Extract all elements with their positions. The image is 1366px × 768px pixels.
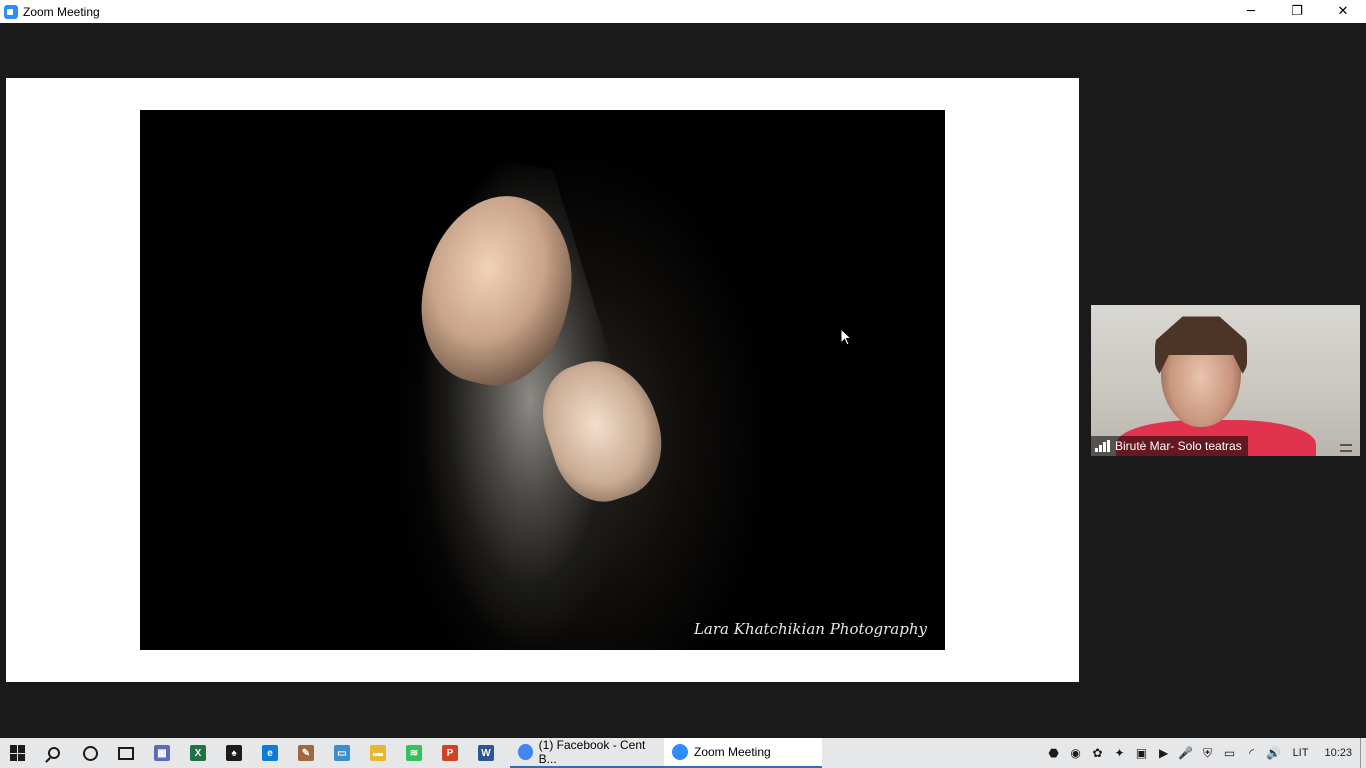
calculator-icon: ▦ bbox=[154, 745, 170, 761]
powerpoint-icon: P bbox=[442, 745, 458, 761]
task-app-label: (1) Facebook - Cent B... bbox=[538, 738, 646, 766]
window-title: Zoom Meeting bbox=[23, 4, 100, 19]
open-apps: (1) Facebook - Cent B... Zoom Meeting bbox=[510, 738, 822, 768]
restore-button[interactable]: ❐ bbox=[1274, 0, 1320, 23]
participant-video[interactable]: Birutė Mar- Solo teatras bbox=[1091, 305, 1360, 456]
solitaire-icon: ♠ bbox=[226, 745, 242, 761]
battery-icon[interactable]: ▭ bbox=[1219, 738, 1241, 768]
language-indicator[interactable]: LIT bbox=[1285, 747, 1317, 759]
taskbar-pinned-word[interactable]: W bbox=[468, 738, 504, 768]
cortana-button[interactable] bbox=[72, 738, 108, 768]
taskbar-pinned-powerpoint[interactable]: P bbox=[432, 738, 468, 768]
tray-icons: ⬣ ◉ ✿ ✦ ▣ ▶ 🎤 ⛨ ▭ ◜ 🔊 bbox=[1043, 738, 1285, 768]
wifi-icon[interactable]: ◜ bbox=[1241, 738, 1263, 768]
task-view-icon bbox=[118, 746, 134, 760]
title-bar: Zoom Meeting ─ ❐ ✕ bbox=[0, 0, 1366, 23]
signal-strength-icon bbox=[1095, 440, 1110, 452]
excel-icon: X bbox=[190, 745, 206, 761]
task-app-label: Zoom Meeting bbox=[694, 745, 771, 759]
taskbar-pinned-remote-desktop[interactable]: ▭ bbox=[324, 738, 360, 768]
chrome-icon bbox=[518, 744, 533, 760]
windows-start-icon bbox=[10, 745, 26, 761]
security-icon[interactable]: ⛨ bbox=[1197, 738, 1219, 768]
taskbar-pinned-spotify[interactable]: ≋ bbox=[396, 738, 432, 768]
discord-icon[interactable]: ✿ bbox=[1087, 738, 1109, 768]
search-icon bbox=[48, 747, 60, 759]
taskbar-pinned-file-explorer[interactable]: ▬ bbox=[360, 738, 396, 768]
window-controls: ─ ❐ ✕ bbox=[1228, 0, 1366, 23]
photo-watermark: Lara Khatchikian Photography bbox=[693, 620, 927, 638]
spotify-icon: ≋ bbox=[406, 745, 422, 761]
zoom-meeting-task[interactable]: Zoom Meeting bbox=[664, 738, 822, 768]
start-button[interactable] bbox=[0, 738, 36, 768]
minimize-button[interactable]: ─ bbox=[1228, 0, 1274, 23]
taskbar-pinned-paint[interactable]: ✎ bbox=[288, 738, 324, 768]
volume-icon[interactable]: 🔊 bbox=[1263, 738, 1285, 768]
taskbar-pinned-calculator[interactable]: ▦ bbox=[144, 738, 180, 768]
system-tray: ⬣ ◉ ✿ ✦ ▣ ▶ 🎤 ⛨ ▭ ◜ 🔊 LIT 10:23 bbox=[1043, 738, 1366, 768]
clock[interactable]: 10:23 bbox=[1316, 747, 1360, 759]
meeting-area: Lara Khatchikian Photography Birutė Mar-… bbox=[0, 23, 1366, 738]
zoom-icon bbox=[672, 744, 688, 760]
battery-saver-icon[interactable]: ▣ bbox=[1131, 738, 1153, 768]
norton-icon[interactable]: ✦ bbox=[1109, 738, 1131, 768]
meet-icon[interactable]: ◉ bbox=[1065, 738, 1087, 768]
chrome-facebook-task[interactable]: (1) Facebook - Cent B... bbox=[510, 738, 664, 768]
taskbar-pinned-edge[interactable]: e bbox=[252, 738, 288, 768]
search-button[interactable] bbox=[36, 738, 72, 768]
remote-desktop-icon: ▭ bbox=[334, 745, 350, 761]
teams-icon[interactable]: ⬣ bbox=[1043, 738, 1065, 768]
zoom-tray-icon[interactable]: ▶ bbox=[1153, 738, 1175, 768]
edge-icon: e bbox=[262, 745, 278, 761]
taskbar-pinned-excel[interactable]: X bbox=[180, 738, 216, 768]
cortana-icon bbox=[82, 745, 98, 761]
shared-photo: Lara Khatchikian Photography bbox=[140, 110, 945, 650]
task-view-button[interactable] bbox=[108, 738, 144, 768]
pinned-apps: ▦ X ♠ e ✎ ▭ ▬ ≋ P W bbox=[144, 738, 504, 768]
zoom-app-icon bbox=[4, 4, 18, 19]
close-button[interactable]: ✕ bbox=[1320, 0, 1366, 23]
participant-name-bar: Birutė Mar- Solo teatras bbox=[1091, 436, 1248, 456]
shared-screen[interactable]: Lara Khatchikian Photography bbox=[6, 78, 1079, 682]
word-icon: W bbox=[478, 745, 494, 761]
participant-name: Birutė Mar- Solo teatras bbox=[1115, 439, 1242, 453]
taskbar-pinned-solitaire[interactable]: ♠ bbox=[216, 738, 252, 768]
file-explorer-icon: ▬ bbox=[370, 745, 386, 761]
paint-icon: ✎ bbox=[298, 745, 314, 761]
show-desktop-button[interactable] bbox=[1360, 738, 1366, 768]
participant-menu-icon[interactable] bbox=[1340, 444, 1352, 452]
microphone-icon[interactable]: 🎤 bbox=[1175, 738, 1197, 768]
taskbar: ▦ X ♠ e ✎ ▭ ▬ ≋ P W (1) Facebook - Cent B... Zoom … bbox=[0, 738, 1366, 768]
